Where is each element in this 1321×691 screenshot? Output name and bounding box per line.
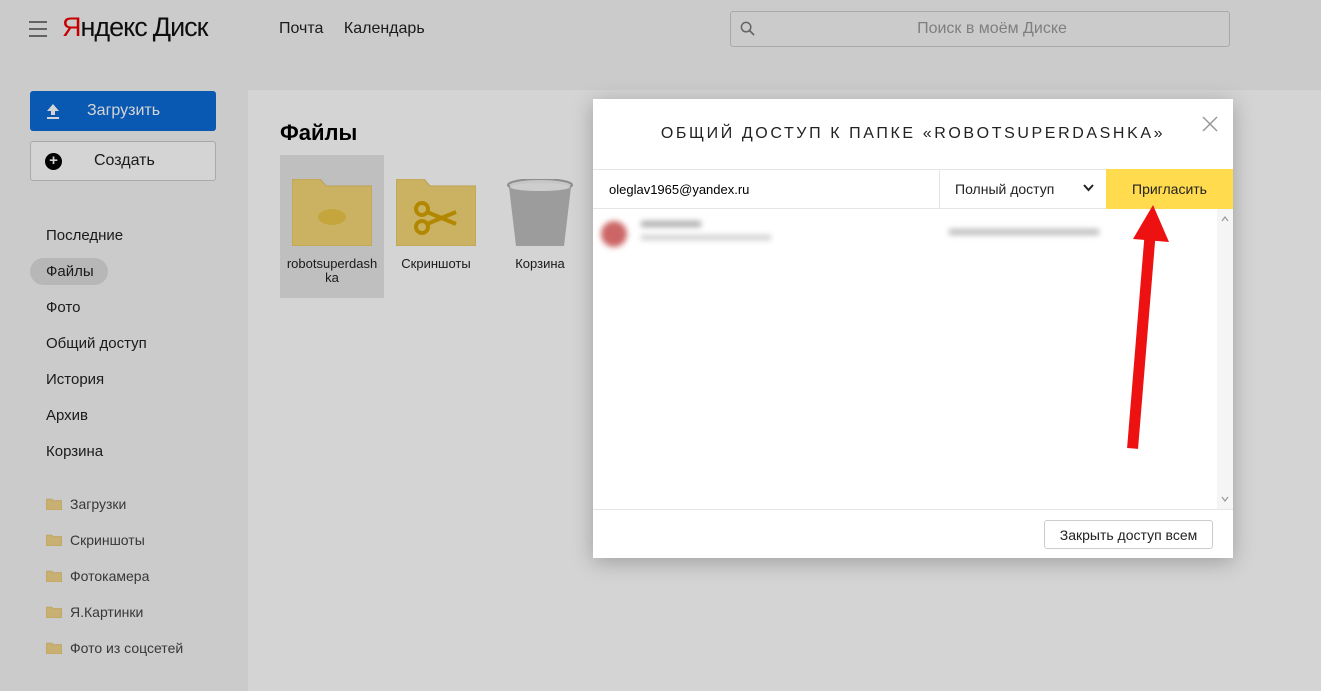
blurred-email <box>641 235 771 240</box>
revoke-all-button[interactable]: Закрыть доступ всем <box>1044 520 1213 549</box>
avatar <box>601 221 627 247</box>
blurred-access <box>949 229 1099 235</box>
invite-button[interactable]: Пригласить <box>1106 169 1233 209</box>
scrollbar[interactable] <box>1217 209 1233 509</box>
scroll-up-icon[interactable] <box>1221 215 1229 223</box>
close-icon[interactable] <box>1202 116 1218 132</box>
scroll-down-icon[interactable] <box>1221 495 1229 503</box>
invite-row: Полный доступ Пригласить <box>593 169 1233 209</box>
members-list <box>593 209 1233 509</box>
email-field[interactable] <box>593 170 939 208</box>
access-level-select[interactable]: Полный доступ <box>939 170 1106 208</box>
dialog-footer: Закрыть доступ всем <box>593 509 1233 558</box>
chevron-down-icon <box>1083 184 1094 192</box>
blurred-name <box>641 221 701 227</box>
share-folder-dialog: ОБЩИЙ ДОСТУП К ПАПКЕ «ROBOTSUPERDASHKA» … <box>593 99 1233 558</box>
list-item <box>601 215 1201 249</box>
dialog-title: ОБЩИЙ ДОСТУП К ПАПКЕ «ROBOTSUPERDASHKA» <box>660 125 1166 142</box>
access-level-value: Полный доступ <box>955 181 1055 197</box>
